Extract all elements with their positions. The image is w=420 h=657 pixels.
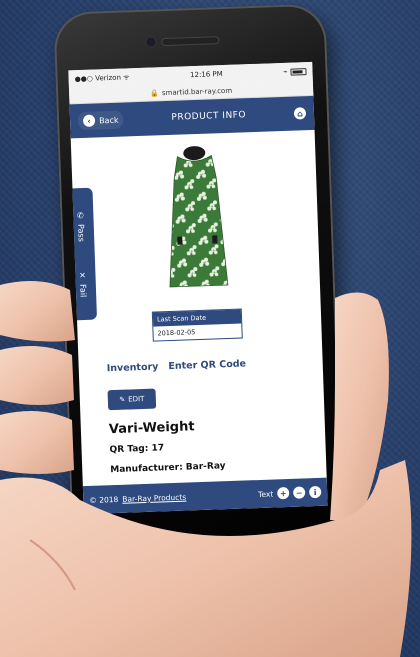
manufacturer: Manufacturer: Bar-Ray [110,461,226,476]
qr-tag: QR Tag: 17 [109,443,165,456]
fail-button[interactable]: ✕ Fail [78,270,88,298]
phone-device: ●●○ Verizon ᯤ 12:16 PM ⌁ 🔒 smartid.bar-r… [53,3,345,573]
product-title: Vari-Weight [108,419,195,438]
pass-button[interactable]: ✆ Pass [76,211,86,242]
product-image [169,146,229,288]
back-button[interactable]: ‹ Back [77,110,124,131]
back-label: Back [98,115,119,125]
main-content: ✆ Pass ✕ Fail Last Scan Date 2018-02-05 … [68,130,326,475]
enter-qr-link[interactable]: Enter QR Code [168,358,246,372]
chevron-left-icon: ‹ [82,114,96,127]
inventory-link[interactable]: Inventory [107,361,159,374]
pencil-icon: ✎ [119,395,126,404]
home-icon[interactable]: ⌂ [293,107,307,120]
phone-icon: ✆ [76,210,84,220]
last-scan-value: 2018-02-05 [157,328,196,338]
bluetooth-icon: ⌁ [283,67,288,76]
edit-button[interactable]: ✎ EDIT [107,388,157,411]
phone-screen: ●●○ Verizon ᯤ 12:16 PM ⌁ 🔒 smartid.bar-r… [68,61,328,515]
action-links: Inventory Enter QR Code [107,358,247,374]
carrier-label: ●●○ Verizon ᯤ [74,72,130,83]
edit-label: EDIT [128,394,145,404]
pass-fail-tab: ✆ Pass ✕ Fail [68,187,98,321]
app-footer: © 2018 Bar-Ray Products Text + − i [82,477,328,515]
battery-icon [290,67,307,76]
lock-icon: 🔒 [150,88,160,98]
status-right: ⌁ [283,67,307,76]
company-link[interactable]: Bar-Ray Products [122,492,186,503]
info-icon[interactable]: i [308,485,322,499]
close-icon: ✕ [78,270,86,281]
fail-label: Fail [78,283,88,298]
footer-spacer [190,494,254,496]
page-title: PRODUCT INFO [171,110,247,123]
pass-label: Pass [76,223,86,242]
zoom-out-icon[interactable]: − [292,486,306,499]
zoom-in-icon[interactable]: + [277,486,290,500]
last-scan-box: Last Scan Date 2018-02-05 [151,308,243,342]
url-text: smartid.bar-ray.com [161,86,233,97]
status-time: 12:16 PM [189,70,223,80]
copyright-text: © 2018 [89,494,119,505]
speaker-grille [162,37,219,46]
camera-icon [146,37,156,47]
text-size-label: Text [257,489,274,499]
